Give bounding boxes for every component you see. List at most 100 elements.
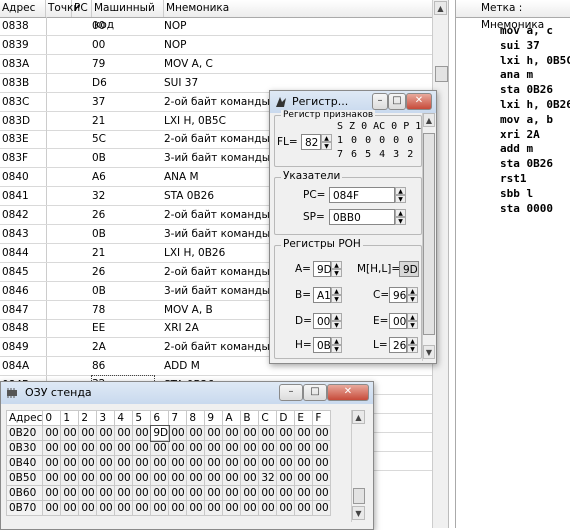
memory-cell[interactable]: 00: [222, 470, 242, 486]
memory-cell[interactable]: 00: [96, 440, 116, 456]
listing-line[interactable]: rst1: [456, 172, 570, 187]
e-field[interactable]: 00: [389, 313, 407, 329]
memory-cell[interactable]: 00: [240, 455, 260, 471]
header-pc[interactable]: PC: [72, 0, 92, 17]
memory-cell[interactable]: 00: [276, 455, 296, 471]
memory-cell[interactable]: 00: [150, 500, 170, 516]
memory-cell[interactable]: 00: [204, 455, 224, 471]
pc-field[interactable]: 084F: [329, 187, 395, 203]
h-spinner[interactable]: ▲ ▼: [331, 337, 342, 353]
b-field[interactable]: A1: [313, 287, 331, 303]
memory-cell[interactable]: 00: [78, 425, 98, 441]
listing-line[interactable]: mov a, b: [456, 113, 570, 128]
close-button[interactable]: ✕: [406, 93, 432, 110]
memory-cell[interactable]: 00: [258, 440, 278, 456]
memory-cell[interactable]: 00: [96, 470, 116, 486]
memory-cell[interactable]: 00: [312, 455, 332, 471]
memory-cell[interactable]: 00: [42, 455, 62, 471]
registers-scroll-down[interactable]: ▼: [423, 345, 435, 359]
memory-cell[interactable]: 00: [114, 425, 134, 441]
memory-cell[interactable]: 00: [204, 485, 224, 501]
sp-field[interactable]: 0BB0: [329, 209, 395, 225]
machine-code-cell[interactable]: D6: [92, 74, 164, 92]
memory-cell[interactable]: 00: [168, 470, 188, 486]
memory-cell[interactable]: 00: [132, 425, 152, 441]
scroll-thumb[interactable]: [435, 66, 448, 82]
memory-cell[interactable]: 00: [150, 485, 170, 501]
header-points[interactable]: Точки: [46, 0, 80, 17]
memory-cell[interactable]: 00: [222, 425, 242, 441]
memory-cell[interactable]: 00: [168, 455, 188, 471]
listing-line[interactable]: lxi h, 0B26: [456, 98, 570, 113]
h-field[interactable]: 0B: [313, 337, 331, 353]
memory-cell[interactable]: 00: [276, 440, 296, 456]
d-field[interactable]: 00: [313, 313, 331, 329]
memory-cell[interactable]: 00: [78, 485, 98, 501]
memory-cell[interactable]: 00: [60, 485, 80, 501]
machine-code-cell[interactable]: 0B: [92, 282, 164, 300]
memory-cell[interactable]: 00: [204, 425, 224, 441]
memory-cell[interactable]: 00: [42, 485, 62, 501]
memory-cell[interactable]: 00: [312, 485, 332, 501]
memory-cell[interactable]: 00: [294, 485, 314, 501]
machine-code-cell[interactable]: 21: [92, 112, 164, 130]
memory-cell[interactable]: 00: [60, 425, 80, 441]
memory-maximize-button[interactable]: □: [303, 384, 327, 401]
memory-cell[interactable]: 00: [78, 455, 98, 471]
memory-cell[interactable]: 00: [222, 455, 242, 471]
memory-cell[interactable]: 00: [132, 500, 152, 516]
listing-line[interactable]: sui 37: [456, 39, 570, 54]
memory-cell[interactable]: 00: [240, 425, 260, 441]
memory-cell[interactable]: 00: [42, 500, 62, 516]
memory-cell[interactable]: 00: [150, 440, 170, 456]
memory-cell[interactable]: 00: [294, 500, 314, 516]
machine-code-cell[interactable]: A6: [92, 168, 164, 186]
memory-cell[interactable]: 00: [294, 455, 314, 471]
memory-cell[interactable]: 00: [132, 455, 152, 471]
listing-line[interactable]: xri 2A: [456, 128, 570, 143]
memory-cell[interactable]: 00: [114, 470, 134, 486]
memory-cell[interactable]: 00: [204, 500, 224, 516]
memory-cell[interactable]: 00: [312, 425, 332, 441]
memory-cell[interactable]: 00: [276, 485, 296, 501]
machine-code-cell[interactable]: 37: [92, 93, 164, 111]
memory-cell[interactable]: 00: [78, 440, 98, 456]
listing-line[interactable]: lxi h, 0B5C: [456, 54, 570, 69]
listing-line[interactable]: add m: [456, 142, 570, 157]
memory-cell[interactable]: 00: [96, 485, 116, 501]
memory-cell[interactable]: 00: [204, 440, 224, 456]
machine-code-cell[interactable]: 26: [92, 263, 164, 281]
machine-code-cell[interactable]: 79: [92, 55, 164, 73]
memory-cell[interactable]: 00: [60, 455, 80, 471]
memory-cell[interactable]: 32: [258, 470, 278, 486]
memory-cell[interactable]: 00: [222, 500, 242, 516]
memory-cell[interactable]: 00: [312, 470, 332, 486]
scroll-up-button[interactable]: ▲: [434, 1, 447, 15]
header-mnemonic[interactable]: Мнемоника: [164, 0, 432, 17]
machine-code-cell[interactable]: 00: [92, 36, 164, 54]
memory-cell[interactable]: 00: [132, 440, 152, 456]
header-address[interactable]: Адрес: [0, 0, 46, 17]
listing-line[interactable]: sta 0000: [456, 202, 570, 217]
memory-cell[interactable]: 00: [204, 470, 224, 486]
memory-cell[interactable]: 00: [78, 470, 98, 486]
memory-cell[interactable]: 00: [168, 440, 188, 456]
memory-cell[interactable]: 00: [114, 440, 134, 456]
listing-line[interactable]: ana m: [456, 68, 570, 83]
memory-cell[interactable]: 00: [294, 425, 314, 441]
memory-cell[interactable]: 00: [186, 440, 206, 456]
memory-cell[interactable]: 9D: [149, 424, 170, 442]
memory-cell[interactable]: 00: [60, 500, 80, 516]
memory-cell[interactable]: 00: [42, 440, 62, 456]
machine-code-cell[interactable]: 21: [92, 244, 164, 262]
listing-line[interactable]: sta 0B26: [456, 157, 570, 172]
a-spinner[interactable]: ▲ ▼: [331, 261, 342, 277]
registers-scroll-up[interactable]: ▲: [423, 113, 435, 127]
machine-code-cell[interactable]: EE: [92, 319, 164, 337]
memory-cell[interactable]: 00: [96, 500, 116, 516]
memory-cell[interactable]: 00: [240, 485, 260, 501]
memory-minimize-button[interactable]: –: [279, 384, 303, 401]
machine-code-cell[interactable]: 0B: [92, 225, 164, 243]
maximize-button[interactable]: □: [388, 93, 406, 110]
memory-cell[interactable]: 00: [258, 500, 278, 516]
